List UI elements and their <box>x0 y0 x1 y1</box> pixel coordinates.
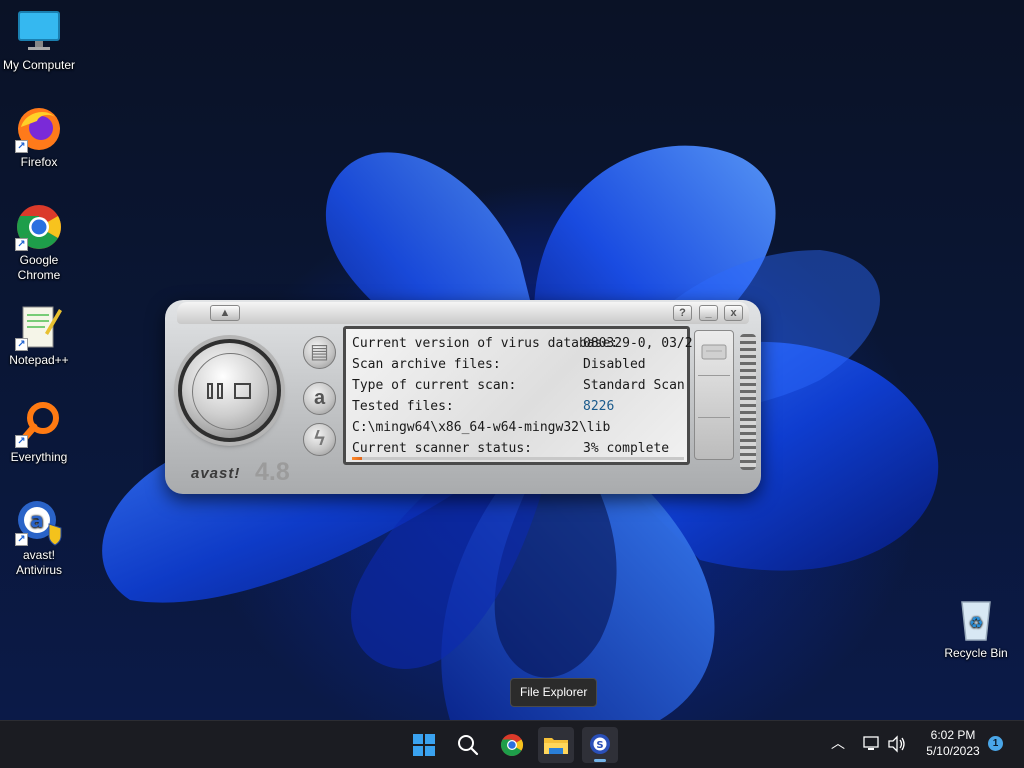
info-label: Current version of virus database: <box>352 336 619 351</box>
volume-icon[interactable] <box>887 735 907 753</box>
info-row-database: Current version of virus database: 08032… <box>352 333 693 354</box>
results-side-panel[interactable] <box>694 330 734 460</box>
desktop-icon-label: avast! Antivirus <box>15 548 62 577</box>
window-titlebar[interactable]: ▲ ? _ x <box>177 302 749 324</box>
desktop-icon-my-computer[interactable]: My Computer <box>1 8 77 73</box>
svg-text:♻: ♻ <box>969 613 983 632</box>
taskbar-tooltip: File Explorer <box>510 678 598 707</box>
pause-icon[interactable] <box>207 383 213 399</box>
desktop-icon-label: Google Chrome <box>17 253 61 282</box>
shortcut-arrow-icon: ↗ <box>15 435 28 448</box>
info-row-archive: Scan archive files: Disabled <box>352 354 684 375</box>
desktop-icon-firefox[interactable]: ↗ Firefox <box>1 105 77 170</box>
shortcut-arrow-icon: ↗ <box>15 533 28 546</box>
clock-time: 6:02 PM <box>930 728 976 742</box>
resize-grip[interactable] <box>740 334 756 470</box>
monitor-icon <box>15 8 63 56</box>
desktop-icon-notepad-plus-plus[interactable]: ↗ Notepad++ <box>1 303 77 368</box>
results-icon <box>701 344 727 360</box>
avast-icon: a ↗ <box>15 498 63 546</box>
network-icon[interactable] <box>862 735 882 753</box>
shortcut-arrow-icon: ↗ <box>15 140 28 153</box>
avast-icon: S <box>590 734 610 754</box>
running-indicator <box>594 759 606 762</box>
info-value: 080329-0, 03/2... <box>583 336 693 351</box>
taskbar-chrome-button[interactable] <box>494 727 530 763</box>
shortcut-arrow-icon: ↗ <box>15 238 28 251</box>
everything-search-icon: ↗ <box>15 400 63 448</box>
desktop-icon-label: My Computer <box>2 58 76 72</box>
virus-chest-button[interactable]: ▤ <box>303 336 336 369</box>
firefox-icon: ↗ <box>15 105 63 153</box>
info-label: Tested files: <box>352 399 454 414</box>
start-icon <box>413 734 435 756</box>
stop-icon[interactable] <box>234 383 251 399</box>
avast-version: 4.8 <box>255 458 290 486</box>
system-clock[interactable]: 6:02 PM 5/10/2023 <box>913 727 993 759</box>
side-panel-slot[interactable] <box>698 419 730 459</box>
file-explorer-icon <box>544 738 568 754</box>
chrome-icon <box>501 734 523 756</box>
info-value: 3% complete <box>583 441 670 456</box>
update-lightning-button[interactable]: ϟ <box>303 423 336 456</box>
chrome-icon: ↗ <box>15 203 63 251</box>
desktop-icon-everything[interactable]: ↗ Everything <box>1 400 77 465</box>
avast-logo-button[interactable]: a <box>303 382 336 415</box>
start-button[interactable] <box>406 727 442 763</box>
desktop-icon-label: Notepad++ <box>9 353 69 367</box>
close-button[interactable]: x <box>724 305 743 321</box>
scan-progress-bar <box>352 457 684 460</box>
desktop-icon-label: Everything <box>10 450 68 464</box>
notepad-plus-plus-icon: ↗ <box>15 303 63 351</box>
info-label: Scan archive files: <box>352 357 501 372</box>
help-button[interactable]: ? <box>673 305 692 321</box>
avast-scanner-window[interactable]: ▲ ? _ x ▤ a ϟ Current version of virus d… <box>165 300 761 494</box>
info-value: Standard Scan <box>583 378 685 393</box>
recycle-bin-icon: ♻ <box>952 596 1000 644</box>
search-icon <box>458 735 479 756</box>
desktop-icon-recycle-bin[interactable]: ♻ Recycle Bin <box>938 596 1014 661</box>
avast-brand-logo: avast! <box>191 465 241 482</box>
svg-text:S: S <box>596 740 603 751</box>
desktop-icon-avast-antivirus[interactable]: a ↗ avast! Antivirus <box>1 498 77 578</box>
scan-info-panel: Current version of virus database: 08032… <box>343 326 693 465</box>
scan-control-dial <box>178 339 281 442</box>
side-panel-slot[interactable] <box>698 377 730 418</box>
desktop-icon-label: Firefox <box>20 155 58 169</box>
dial-center <box>192 353 269 430</box>
shortcut-arrow-icon: ↗ <box>15 338 28 351</box>
info-value: Disabled <box>583 357 646 372</box>
info-row-tested-files: Tested files: 8226 <box>352 396 684 417</box>
info-value: 8226 <box>583 399 615 414</box>
scan-progress-fill <box>352 457 362 460</box>
info-label: Type of current scan: <box>352 378 517 393</box>
search-button[interactable] <box>450 727 486 763</box>
info-row-scan-type: Type of current scan: Standard Scan <box>352 375 685 396</box>
info-row-status: Current scanner status: 3% complete <box>352 438 684 459</box>
desktop-icon-label: Recycle Bin <box>944 646 1008 660</box>
svg-text:a: a <box>30 508 44 532</box>
desktop: My Computer ↗ Firefox ↗ Google Chrome ↗ … <box>0 0 1024 720</box>
notification-badge[interactable]: 1 <box>988 736 1003 751</box>
info-label: Current scanner status: <box>352 441 533 456</box>
show-hidden-icons-chevron-icon[interactable]: ︿ <box>831 733 845 753</box>
taskbar-avast-button[interactable]: S <box>582 727 618 763</box>
current-scan-path: C:\mingw64\x86_64-w64-mingw32\lib <box>352 420 611 435</box>
clock-date: 5/10/2023 <box>926 744 980 758</box>
pause-icon-bar[interactable] <box>217 383 223 399</box>
minimize-button[interactable]: _ <box>699 305 718 321</box>
taskbar-file-explorer-button[interactable] <box>538 727 574 763</box>
desktop-icon-google-chrome[interactable]: ↗ Google Chrome <box>1 203 77 283</box>
collapse-button[interactable]: ▲ <box>210 305 240 321</box>
results-button[interactable] <box>698 335 730 376</box>
